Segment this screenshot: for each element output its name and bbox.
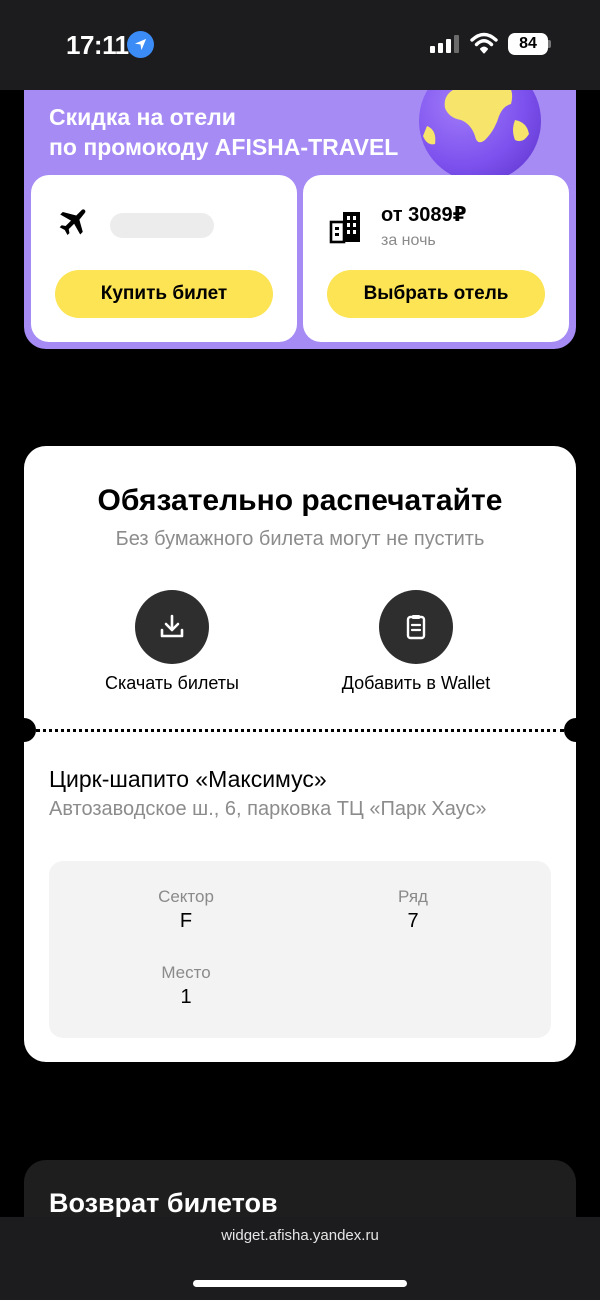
ticket-notch-left — [12, 718, 36, 742]
battery-tip — [548, 40, 551, 48]
row-cell: Ряд 7 — [338, 887, 488, 933]
flight-box: Купить билет — [31, 175, 297, 342]
airplane-icon — [55, 207, 89, 246]
sector-cell: Сектор F — [111, 887, 261, 933]
download-icon — [135, 590, 209, 664]
buy-ticket-button[interactable]: Купить билет — [55, 270, 273, 318]
per-night-label: за ночь — [381, 232, 436, 249]
status-time: 17:11 — [66, 30, 129, 60]
ticket-divider — [36, 729, 564, 732]
print-title: Обязательно распечатайте — [97, 484, 503, 517]
sector-label: Сектор — [158, 887, 214, 906]
location-arrow-icon — [127, 31, 154, 58]
promo-title-line1: Скидка на отели — [49, 104, 236, 130]
print-subtitle: Без бумажного билета могут не пустить — [115, 528, 485, 550]
hotel-building-icon — [329, 210, 363, 249]
loading-skeleton — [110, 213, 214, 238]
promo-title: Скидка на отели по промокоду AFISHA-TRAV… — [49, 102, 398, 162]
place-value: 1 — [180, 986, 192, 1008]
choose-hotel-button[interactable]: Выбрать отель — [327, 270, 545, 318]
download-label: Скачать билеты — [105, 673, 239, 693]
url-label[interactable]: widget.afisha.yandex.ru — [0, 1227, 600, 1244]
sector-value: F — [179, 910, 193, 932]
wallet-clipboard-icon — [379, 590, 453, 664]
status-bar: 17:11 84 — [0, 0, 600, 90]
promo-title-line2: по промокоду AFISHA-TRAVEL — [49, 134, 399, 160]
ticket-card: Обязательно распечатайте Без бумажного б… — [12, 446, 588, 1062]
download-tickets-button[interactable]: Скачать билеты — [72, 590, 272, 694]
add-to-wallet-button[interactable]: Добавить в Wallet — [316, 590, 516, 694]
hotel-price: от 3089₽ — [381, 204, 467, 226]
home-indicator[interactable] — [193, 1280, 407, 1287]
battery-icon: 84 — [508, 33, 548, 55]
venue-address: Автозаводское ш., 6, парковка ТЦ «Парк Х… — [49, 798, 487, 820]
hotel-promo-card: Скидка на отели по промокоду AFISHA-TRAV… — [24, 70, 576, 349]
place-cell: Место 1 — [111, 963, 261, 1009]
row-value: 7 — [407, 910, 419, 932]
browser-bottom-bar: widget.afisha.yandex.ru — [0, 1217, 600, 1300]
venue-name: Цирк-шапито «Максимус» — [49, 766, 327, 792]
return-tickets-title: Возврат билетов — [49, 1188, 278, 1218]
cellular-signal-icon — [430, 35, 459, 53]
ticket-notch-right — [564, 718, 588, 742]
row-label: Ряд — [398, 887, 428, 906]
wallet-label: Добавить в Wallet — [341, 673, 491, 693]
hotel-box: от 3089₽ за ночь Выбрать отель — [303, 175, 569, 342]
seat-info: Сектор F Ряд 7 Место 1 — [49, 861, 551, 1038]
place-label: Место — [161, 963, 211, 982]
wifi-icon — [470, 32, 498, 59]
